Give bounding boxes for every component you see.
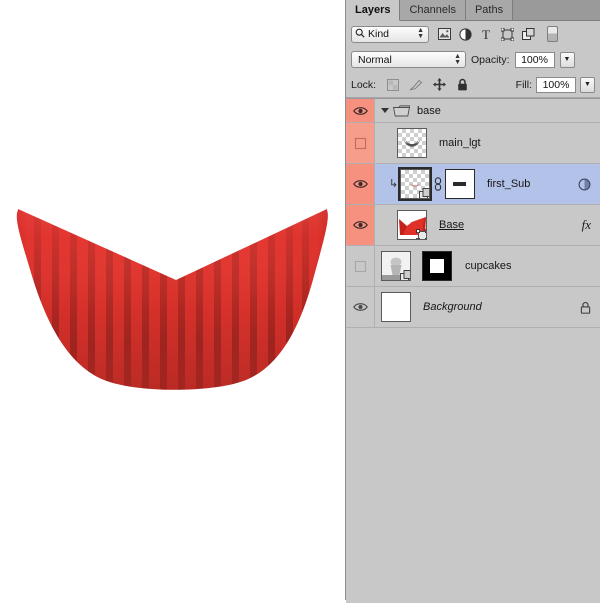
layer-thumbnail-cupcakes[interactable] <box>381 251 411 281</box>
lock-label: Lock: <box>351 79 376 91</box>
visibility-toggle-main-lgt[interactable] <box>346 123 375 163</box>
magnifier-icon <box>355 28 365 41</box>
layer-list-empty-area <box>346 328 600 603</box>
fill-dropdown-icon[interactable]: ▼ <box>580 77 595 93</box>
layer-row-main-lgt[interactable]: main_lgt <box>346 123 600 164</box>
layer-mask-indicator-icon[interactable] <box>578 178 591 191</box>
adjustment-layer-filter-icon[interactable] <box>458 27 472 41</box>
tab-layers[interactable]: Layers <box>346 0 400 21</box>
filter-kind-label: Kind <box>368 28 389 40</box>
layer-row-cupcakes[interactable]: cupcakes <box>346 246 600 287</box>
layer-mask-link-icon[interactable] <box>433 177 442 191</box>
blend-mode-row: Normal ▲▼ Opacity: 100% ▼ <box>346 47 600 72</box>
lock-icon <box>580 301 591 314</box>
smart-object-badge-icon <box>400 270 411 281</box>
lock-row: Lock: <box>346 72 600 98</box>
layer-thumbnail-background[interactable] <box>381 292 411 322</box>
layer-mask-thumbnail-first-sub[interactable] <box>445 169 475 199</box>
layer-filter-row: Kind ▲▼ <box>346 21 600 47</box>
blend-mode-value: Normal <box>358 54 392 66</box>
layer-name-background: Background <box>423 301 482 313</box>
layer-row-first-sub[interactable]: ↳ <box>346 164 600 205</box>
fill-group: Fill: 100% ▼ <box>516 77 595 93</box>
visibility-toggle-background[interactable] <box>346 287 375 327</box>
layer-row-base-group[interactable]: base <box>346 99 600 123</box>
vector-shape-badge-icon <box>416 229 427 240</box>
opacity-label: Opacity: <box>471 54 510 66</box>
layers-panel: Layers Channels Paths Kind ▲▼ <box>345 0 600 600</box>
layer-name-base-group: base <box>417 105 441 117</box>
eye-icon <box>353 302 368 312</box>
chevron-updown-icon[interactable]: ▲▼ <box>417 28 424 40</box>
layer-row-background[interactable]: Background <box>346 287 600 328</box>
opacity-dropdown-icon[interactable]: ▼ <box>560 52 575 68</box>
eye-icon <box>353 106 368 116</box>
layer-name-first-sub: first_Sub <box>487 178 530 190</box>
layer-name-cupcakes: cupcakes <box>465 260 511 272</box>
layer-thumbnail-main-lgt[interactable] <box>397 128 427 158</box>
visibility-toggle-base-group[interactable] <box>346 99 375 122</box>
layer-mask-thumbnail-cupcakes[interactable] <box>422 251 452 281</box>
layer-name-main-lgt: main_lgt <box>439 137 481 149</box>
visibility-toggle-base[interactable] <box>346 205 375 245</box>
smart-object-badge-icon <box>419 188 430 199</box>
filter-icon-group: T <box>437 27 535 41</box>
layer-row-base[interactable]: Base fx <box>346 205 600 246</box>
smart-object-filter-icon[interactable] <box>521 27 535 41</box>
visibility-off-icon <box>354 137 367 150</box>
eye-icon <box>353 179 368 189</box>
lock-position-icon[interactable] <box>432 78 446 92</box>
tab-channels[interactable]: Channels <box>400 0 465 20</box>
chevron-updown-icon[interactable]: ▲▼ <box>454 54 461 66</box>
filter-kind-select[interactable]: Kind ▲▼ <box>351 26 429 43</box>
lock-icon-group <box>386 78 469 92</box>
layer-effects-fx-icon[interactable]: fx <box>582 217 591 233</box>
group-expand-triangle-icon[interactable] <box>381 108 389 113</box>
blend-mode-select[interactable]: Normal ▲▼ <box>351 51 466 68</box>
lock-image-pixels-icon[interactable] <box>409 78 423 92</box>
visibility-off-icon <box>354 260 367 273</box>
opacity-input[interactable]: 100% <box>515 52 555 68</box>
layer-list: base main_lgt <box>346 98 600 328</box>
mask-white-area <box>430 259 444 273</box>
type-layer-filter-icon[interactable]: T <box>479 27 493 41</box>
app-root: Layers Channels Paths Kind ▲▼ <box>0 0 600 600</box>
shape-layer-filter-icon[interactable] <box>500 27 514 41</box>
filter-toggle-switch[interactable] <box>547 26 558 42</box>
layer-thumbnail-first-sub[interactable] <box>400 169 430 199</box>
panel-tab-bar: Layers Channels Paths <box>346 0 600 21</box>
pixel-layer-filter-icon[interactable] <box>437 27 451 41</box>
tab-paths[interactable]: Paths <box>466 0 513 20</box>
folder-icon <box>393 104 410 117</box>
cupcake-wrapper-artwork <box>0 190 345 405</box>
fill-label: Fill: <box>516 79 532 91</box>
svg-text:T: T <box>482 28 490 41</box>
visibility-toggle-first-sub[interactable] <box>346 164 375 204</box>
eye-icon <box>353 220 368 230</box>
lock-transparent-pixels-icon[interactable] <box>386 78 400 92</box>
layer-name-base: Base <box>439 219 464 231</box>
visibility-toggle-cupcakes[interactable] <box>346 246 375 286</box>
fill-input[interactable]: 100% <box>536 77 576 93</box>
lock-all-icon[interactable] <box>455 78 469 92</box>
clipping-mask-arrow-icon: ↳ <box>389 179 399 190</box>
layer-thumbnail-base[interactable] <box>397 210 427 240</box>
document-canvas[interactable] <box>0 0 345 600</box>
